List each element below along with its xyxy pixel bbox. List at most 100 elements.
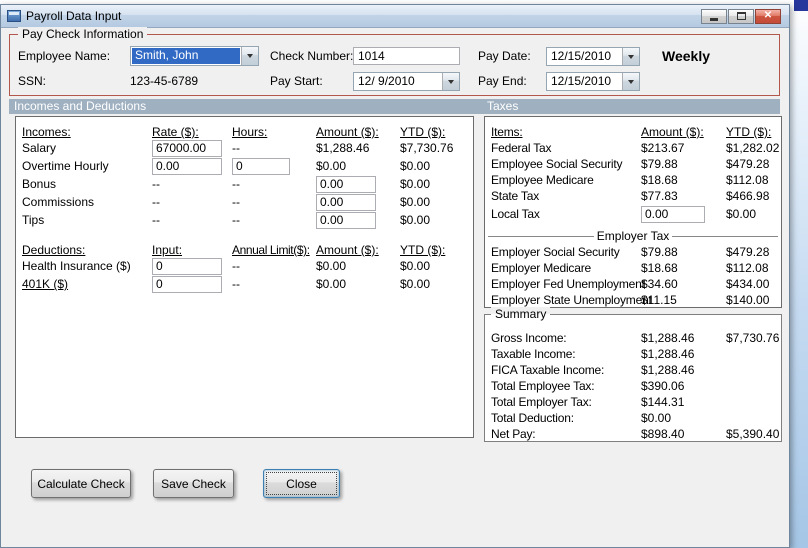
dropdown-arrow-button[interactable] xyxy=(622,73,639,90)
emp-ss-ytd: $479.28 xyxy=(726,157,770,171)
section-band: Incomes and Deductions Taxes xyxy=(9,99,780,114)
commissions-rate: -- xyxy=(152,195,160,209)
col-annual-limit: Annual Limit($): xyxy=(232,243,310,257)
er-state-unemp-amount: $11.15 xyxy=(641,293,677,307)
col-input: Input: xyxy=(152,243,183,257)
row-label: Employee Social Security xyxy=(491,157,623,171)
row-label: Overtime Hourly xyxy=(22,159,109,173)
income-row-salary: Salary -- $1,288.46 $7,730.76 xyxy=(16,139,473,157)
total-employee-tax-amount: $390.06 xyxy=(641,379,685,393)
employee-name-select[interactable]: Smith, John xyxy=(130,46,259,66)
col-hours: Hours: xyxy=(232,125,268,139)
chevron-down-icon xyxy=(448,79,454,84)
title-bar[interactable]: Payroll Data Input ✕ xyxy=(1,5,789,28)
row-label: Employee Medicare xyxy=(491,173,594,187)
row-label: Total Deduction: xyxy=(491,411,574,425)
fica-amount: $1,288.46 xyxy=(641,363,695,377)
summary-group: Summary Gross Income: $1,288.46 $7,730.7… xyxy=(484,307,782,443)
federal-ytd: $1,282.02 xyxy=(726,141,780,155)
calculate-check-button[interactable]: Calculate Check xyxy=(31,469,131,498)
salary-ytd: $7,730.76 xyxy=(400,141,454,155)
commissions-amount-input[interactable] xyxy=(316,193,376,211)
er-ss-ytd: $479.28 xyxy=(726,245,770,259)
net-pay-ytd: $5,390.40 xyxy=(726,427,780,441)
save-check-button[interactable]: Save Check xyxy=(153,469,234,498)
close-window-button[interactable]: ✕ xyxy=(755,8,781,24)
pay-start-label: Pay Start: xyxy=(270,74,323,88)
row-label: Tips xyxy=(22,213,45,227)
row-label: Commissions xyxy=(22,195,95,209)
row-label: Local Tax xyxy=(491,207,540,221)
maximize-button[interactable] xyxy=(728,8,754,24)
tips-ytd: $0.00 xyxy=(400,213,431,227)
health-limit: -- xyxy=(232,259,240,273)
taxable-amount: $1,288.46 xyxy=(641,347,695,361)
salary-rate-input[interactable] xyxy=(152,139,222,157)
check-number-input[interactable] xyxy=(353,47,460,65)
income-row-bonus: Bonus -- -- $0.00 xyxy=(16,175,473,193)
row-label: Employer Medicare xyxy=(491,261,591,275)
health-ytd: $0.00 xyxy=(400,259,431,273)
local-tax-input[interactable] xyxy=(641,205,705,223)
tax-row-state: State Tax $77.83 $466.98 xyxy=(485,187,781,205)
health-amount: $0.00 xyxy=(316,259,347,273)
row-label: Employer Fed Unemployment xyxy=(491,277,645,291)
employer-tax-divider: Employer Tax xyxy=(485,229,781,243)
local-ytd: $0.00 xyxy=(726,207,757,221)
net-pay-amount: $898.40 xyxy=(641,427,685,441)
chevron-down-icon xyxy=(628,54,634,59)
k401-input[interactable] xyxy=(152,275,222,293)
overtime-rate-input[interactable] xyxy=(152,157,222,175)
row-label: Bonus xyxy=(22,177,57,191)
col-amount: Amount ($): xyxy=(316,243,379,257)
close-dialog-button[interactable]: Close xyxy=(263,469,340,498)
col-amount: Amount ($): xyxy=(641,125,704,139)
pay-start-value: 12/ 9/2010 xyxy=(358,74,415,88)
income-row-overtime: Overtime Hourly $0.00 $0.00 xyxy=(16,157,473,175)
er-fed-unemp-ytd: $434.00 xyxy=(726,277,770,291)
summary-row-net-pay: Net Pay: $898.40 $5,390.40 xyxy=(485,425,781,443)
total-employer-tax-amount: $144.31 xyxy=(641,395,685,409)
employer-tax-title: Employer Tax xyxy=(596,229,670,243)
tips-amount-input[interactable] xyxy=(316,211,376,229)
pay-end-value: 12/15/2010 xyxy=(551,74,612,88)
check-number-label: Check Number: xyxy=(270,49,354,63)
dropdown-arrow-button[interactable] xyxy=(442,73,459,90)
chevron-down-icon xyxy=(247,54,253,58)
er-ss-amount: $79.88 xyxy=(641,245,678,259)
close-icon: ✕ xyxy=(763,10,773,21)
minimize-button[interactable] xyxy=(701,8,727,24)
pay-end-label: Pay End: xyxy=(478,74,527,88)
col-items: Items: xyxy=(491,125,523,139)
salary-amount: $1,288.46 xyxy=(316,141,370,155)
ssn-value: 123-45-6789 xyxy=(130,74,199,88)
tips-hours: -- xyxy=(232,213,240,227)
tax-row-local: Local Tax $0.00 xyxy=(485,205,781,223)
row-label: Total Employer Tax: xyxy=(491,395,592,409)
ssn-label: SSN: xyxy=(18,74,47,88)
commissions-ytd: $0.00 xyxy=(400,195,431,209)
col-ytd: YTD ($): xyxy=(400,125,446,139)
payroll-window: Payroll Data Input ✕ Pay Check Informati… xyxy=(0,4,790,548)
pay-start-picker[interactable]: 12/ 9/2010 xyxy=(353,72,460,91)
desktop: Payroll Data Input ✕ Pay Check Informati… xyxy=(0,0,808,548)
incomes-section-header: Incomes and Deductions xyxy=(14,99,147,113)
pay-end-picker[interactable]: 12/15/2010 xyxy=(546,72,640,91)
bonus-amount-input[interactable] xyxy=(316,175,376,193)
summary-title: Summary xyxy=(491,307,551,321)
pay-frequency-label: Weekly xyxy=(662,48,710,64)
pay-date-picker[interactable]: 12/15/2010 xyxy=(546,47,640,66)
dropdown-arrow-button[interactable] xyxy=(622,48,639,65)
employee-name-label: Employee Name: xyxy=(18,49,111,63)
overtime-hours-input[interactable] xyxy=(232,157,290,175)
divider-line xyxy=(488,235,594,237)
k401-link[interactable]: 401K ($) xyxy=(22,277,68,291)
dropdown-arrow-button[interactable] xyxy=(241,47,258,65)
deduction-row-401k: 401K ($) -- $0.00 $0.00 xyxy=(16,275,473,293)
deduction-row-health: Health Insurance ($) -- $0.00 $0.00 xyxy=(16,257,473,275)
health-insurance-input[interactable] xyxy=(152,257,222,275)
pay-date-label: Pay Date: xyxy=(478,49,531,63)
window-controls: ✕ xyxy=(701,8,783,24)
total-deduction-amount: $0.00 xyxy=(641,411,672,425)
overtime-ytd: $0.00 xyxy=(400,159,431,173)
